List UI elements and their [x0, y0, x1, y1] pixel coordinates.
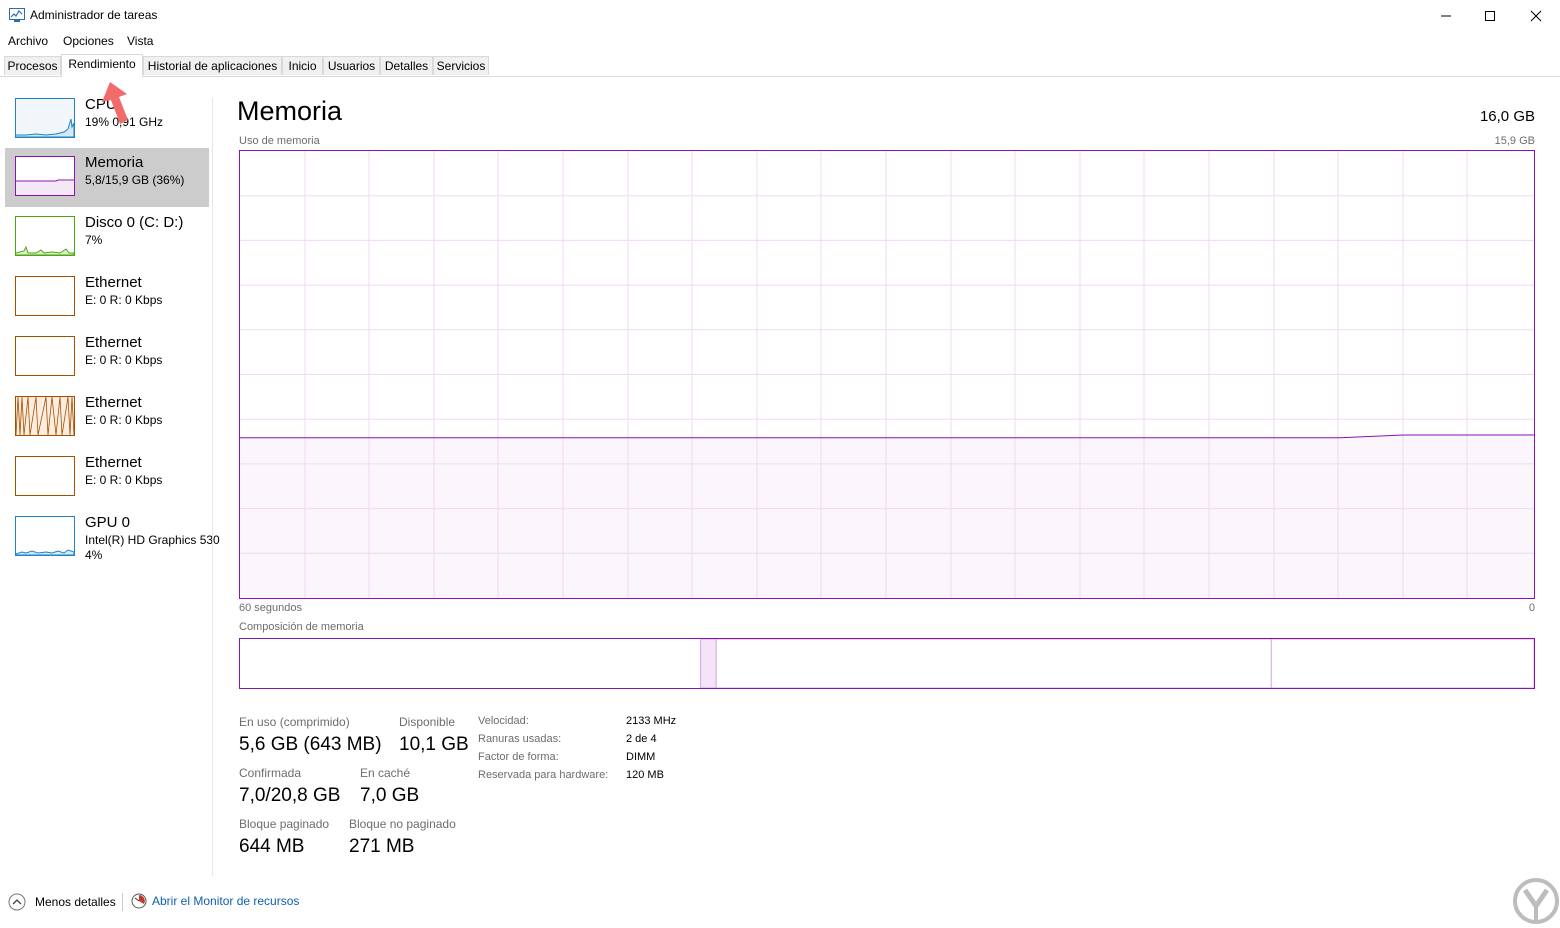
sidebar-item-subtitle: E: 0 R: 0 Kbps [85, 473, 163, 487]
usage-graph-max: 15,9 GB [1494, 135, 1535, 147]
resource-monitor-icon [131, 893, 147, 909]
open-resource-monitor-link[interactable]: Abrir el Monitor de recursos [131, 893, 299, 909]
committed-label: Confirmada [239, 766, 302, 780]
sidebar-divider [212, 98, 213, 876]
sidebar-item-subtitle: 7% [85, 233, 103, 247]
ethernet-thumbnail [15, 276, 75, 316]
slots-label: Ranuras usadas: [478, 733, 562, 745]
form-factor-value: DIMM [626, 751, 656, 763]
task-manager-icon [9, 8, 25, 22]
tab-rendimiento[interactable]: Rendimiento [61, 54, 143, 77]
sidebar-item-disco[interactable]: Disco 0 (C: D:) 7% [5, 208, 209, 267]
available-label: Disponible [399, 715, 456, 729]
composition-in-use [240, 639, 701, 688]
time-axis-start: 60 segundos [239, 602, 302, 614]
maximize-button[interactable] [1467, 0, 1513, 31]
sidebar-item-title: Ethernet [85, 394, 142, 411]
annotation-arrow-icon [102, 82, 128, 124]
tab-servicios[interactable]: Servicios [433, 56, 489, 75]
performance-sidebar: CPU 19% 0,91 GHz Memoria 5,8/15,9 GB (36… [0, 90, 220, 880]
menu-vista[interactable]: Vista [127, 34, 153, 48]
less-details-label: Menos detalles [35, 895, 116, 909]
ethernet-thumbnail [15, 336, 75, 376]
composition-modified [700, 639, 717, 688]
menu-opciones[interactable]: Opciones [63, 34, 114, 48]
ethernet-thumbnail [15, 396, 75, 436]
sidebar-item-subtitle: 5,8/15,9 GB (36%) [85, 173, 185, 187]
sidebar-item-title: Ethernet [85, 334, 142, 351]
footer-divider [122, 893, 123, 911]
menu-bar: Archivo Opciones Vista [0, 31, 1560, 53]
page-title: Memoria [237, 96, 343, 126]
sidebar-item-gpu[interactable]: GPU 0 Intel(R) HD Graphics 530 4% [5, 508, 220, 567]
composition-free [1270, 639, 1534, 688]
close-button[interactable] [1513, 0, 1559, 31]
tab-procesos[interactable]: Procesos [4, 56, 61, 75]
sidebar-item-title: GPU 0 [85, 514, 131, 531]
usage-graph-label: Uso de memoria [239, 135, 320, 147]
menu-archivo[interactable]: Archivo [8, 34, 48, 48]
footer-bar: Menos detalles Abrir el Monitor de recur… [0, 885, 1560, 921]
nonpaged-pool-value: 271 MB [349, 836, 415, 857]
cpu-thumbnail [15, 98, 75, 138]
committed-value: 7,0/20,8 GB [239, 785, 341, 806]
speed-value: 2133 MHz [626, 715, 677, 727]
memory-composition-bar [239, 638, 1535, 689]
memory-thumbnail [15, 156, 75, 196]
sidebar-item-ethernet-4[interactable]: Ethernet E: 0 R: 0 Kbps [5, 448, 209, 507]
nonpaged-pool-label: Bloque no paginado [349, 817, 456, 831]
sidebar-item-subtitle: E: 0 R: 0 Kbps [85, 413, 163, 427]
paged-pool-label: Bloque paginado [239, 817, 330, 831]
form-factor-label: Factor de forma: [478, 751, 559, 763]
ethernet-thumbnail [15, 456, 75, 496]
sidebar-item-ethernet-3[interactable]: Ethernet E: 0 R: 0 Kbps [5, 388, 209, 447]
maximize-icon [1485, 10, 1495, 21]
tab-detalles[interactable]: Detalles [380, 56, 433, 75]
speed-label: Velocidad: [478, 715, 529, 727]
sidebar-item-ethernet-2[interactable]: Ethernet E: 0 R: 0 Kbps [5, 328, 209, 387]
available-value: 10,1 GB [399, 734, 469, 755]
sidebar-item-title: Disco 0 (C: D:) [85, 214, 184, 231]
sidebar-item-subtitle: E: 0 R: 0 Kbps [85, 293, 163, 307]
total-memory: 16,0 GB [1479, 108, 1535, 125]
less-details-button[interactable]: Menos detalles [8, 893, 116, 911]
sidebar-item-utilization: 4% [85, 548, 103, 562]
chevron-up-icon [8, 893, 26, 911]
sidebar-item-title: Ethernet [85, 274, 142, 291]
sidebar-item-title: Ethernet [85, 454, 142, 471]
slots-value: 2 de 4 [626, 733, 657, 745]
paged-pool-value: 644 MB [239, 836, 305, 857]
in-use-label: En uso (comprimido) [239, 715, 350, 729]
tab-inicio[interactable]: Inicio [282, 56, 323, 75]
sidebar-item-subtitle: Intel(R) HD Graphics 530 [85, 533, 220, 547]
cached-label: En caché [360, 766, 411, 780]
memory-usage-graph [239, 150, 1535, 599]
sidebar-item-title: Memoria [85, 154, 144, 171]
sidebar-item-ethernet-1[interactable]: Ethernet E: 0 R: 0 Kbps [5, 268, 209, 327]
sidebar-item-subtitle: E: 0 R: 0 Kbps [85, 353, 163, 367]
hw-reserved-label: Reservada para hardware: [478, 769, 609, 781]
composition-label: Composición de memoria [239, 621, 364, 633]
close-icon [1530, 10, 1542, 21]
hw-reserved-value: 120 MB [626, 769, 664, 781]
minimize-button[interactable] [1423, 0, 1469, 31]
time-axis-end: 0 [1528, 602, 1535, 614]
disk-thumbnail [15, 216, 75, 256]
tab-strip: Procesos Rendimiento Historial de aplica… [0, 54, 1560, 77]
cached-value: 7,0 GB [360, 785, 420, 806]
title-bar: Administrador de tareas [0, 0, 1560, 31]
watermark-logo-icon [1513, 878, 1559, 924]
minimize-icon [1441, 15, 1451, 16]
tab-historial[interactable]: Historial de aplicaciones [143, 56, 282, 75]
resource-monitor-label: Abrir el Monitor de recursos [152, 894, 300, 908]
sidebar-item-memoria[interactable]: Memoria 5,8/15,9 GB (36%) [5, 148, 209, 207]
tab-usuarios[interactable]: Usuarios [323, 56, 380, 75]
window-title: Administrador de tareas [30, 8, 158, 22]
composition-standby [715, 639, 1272, 688]
in-use-value: 5,6 GB (643 MB) [239, 734, 382, 755]
gpu-thumbnail [15, 516, 75, 556]
